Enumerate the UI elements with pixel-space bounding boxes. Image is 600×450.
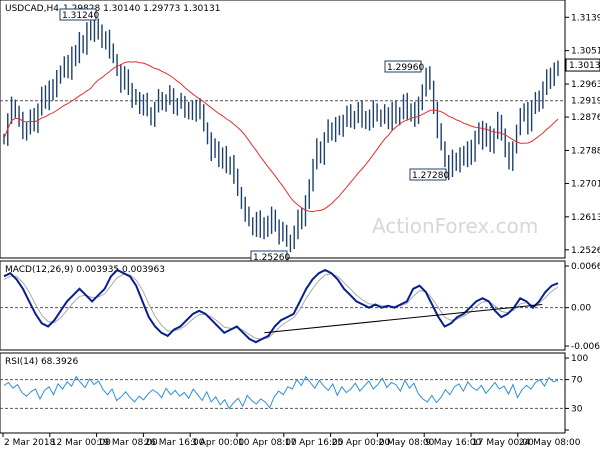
level-label: 1.29190 — [571, 97, 600, 107]
price-y-tick-label: 1.27880 — [571, 146, 600, 156]
price-y-tick-label: 1.31390 — [571, 13, 600, 23]
price-annotation-label: 1.27280 — [412, 171, 449, 181]
chart-canvas: ActionForex.com USDCAD,H4 1.29828 1.3014… — [0, 0, 600, 450]
rsi-y-tick-label: 30 — [571, 404, 583, 414]
current-price-label: 1.30131 — [565, 58, 600, 72]
rsi-panel: RSI(14) 68.3926 100 70 30 — [0, 352, 588, 434]
macd-y-tick-label: -0.00611 — [571, 342, 600, 352]
current-price-text: 1.30131 — [569, 61, 600, 71]
price-annotation-label: 1.29960 — [387, 63, 424, 73]
price-y-tick-label: 1.25260 — [571, 246, 600, 256]
macd-panel: MACD(12,26,9) 0.003935 0.003963 0.006639… — [0, 260, 600, 352]
price-y-tick-label: 1.28760 — [571, 113, 600, 123]
watermark: ActionForex.com — [372, 214, 538, 238]
rsi-title: RSI(14) 68.3926 — [5, 357, 78, 367]
x-tick-label: 2 Mar 2018 — [4, 438, 56, 448]
symbol-header: USDCAD,H4 — [5, 4, 59, 14]
macd-y-tick-label: 0.00 — [571, 304, 591, 314]
macd-title: MACD(12,26,9) 0.003935 0.003963 — [5, 265, 165, 275]
rsi-y-tick-label: 100 — [571, 354, 588, 364]
x-tick-label: 3 Apr 00:00 — [191, 438, 244, 448]
price-y-tick-label: 1.26130 — [571, 213, 600, 223]
price-annotation-label: 1.31240 — [62, 11, 99, 21]
price-y-tick-label: 1.29630 — [571, 80, 600, 90]
price-panel: ActionForex.com USDCAD,H4 1.29828 1.3014… — [0, 0, 600, 263]
rsi-y-tick-label: 70 — [571, 376, 583, 386]
price-y-tick-label: 1.30510 — [571, 47, 600, 57]
x-tick-label: 24 May 08:00 — [519, 438, 581, 448]
price-y-tick-label: 1.27010 — [571, 179, 600, 189]
macd-y-tick-label: 0.006639 — [571, 262, 600, 272]
